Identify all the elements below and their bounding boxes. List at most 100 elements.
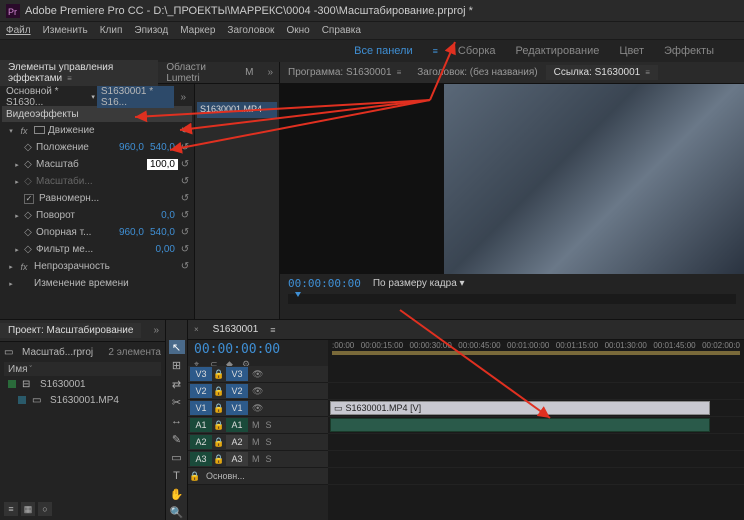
track-select-tool[interactable]: ⊞ <box>169 358 185 372</box>
rotation-value[interactable]: 0,0 <box>158 210 178 221</box>
type-tool[interactable]: T <box>169 469 185 483</box>
titler-tab[interactable]: Заголовок: (без названия) <box>409 65 545 80</box>
track-header-v3[interactable]: V3🔒V3👁 <box>188 366 328 383</box>
chevron-right-icon[interactable]: ▸ <box>12 161 22 169</box>
reset-icon[interactable]: ↺ <box>178 125 192 136</box>
chevron-down-icon[interactable]: ▾ <box>6 127 16 135</box>
project-item-clip[interactable]: ▭ S1630001.MP4 <box>4 392 161 408</box>
reset-icon[interactable]: ↺ <box>178 176 192 187</box>
motion-effect-row[interactable]: ▾ fx Движение ↺ <box>2 122 192 139</box>
panel-menu-icon[interactable]: ≡ <box>645 68 650 77</box>
ripple-edit-tool[interactable]: ⇄ <box>169 377 185 391</box>
position-y-value[interactable]: 540,0 <box>147 142 178 153</box>
project-column-header[interactable]: Имя ˇ <box>4 362 161 376</box>
chevron-right-icon[interactable]: ▸ <box>12 246 22 254</box>
lane-v1[interactable]: ▭S1630001.MP4 [V] <box>328 400 744 417</box>
ecp-mini-timeline[interactable]: S1630001.MP4 <box>194 84 279 319</box>
ecp-tab[interactable]: Элементы управления эффектами≡ <box>0 60 158 86</box>
lane-master[interactable] <box>328 468 744 485</box>
zoom-slider-icon[interactable]: ○ <box>38 502 52 516</box>
overflow-tabs-icon[interactable]: » <box>261 65 279 80</box>
lumetri-m-tab[interactable]: M <box>237 65 261 80</box>
overflow-tabs-icon[interactable]: » <box>147 323 165 338</box>
video-clip[interactable]: ▭S1630001.MP4 [V] <box>330 401 710 415</box>
work-area-bar[interactable] <box>332 351 740 355</box>
ecp-master-clip[interactable]: Основной * S1630... <box>2 86 89 108</box>
pen-tool[interactable]: ✎ <box>169 432 185 446</box>
menu-marker[interactable]: Маркер <box>180 25 215 36</box>
position-x-value[interactable]: 960,0 <box>116 142 147 153</box>
workspace-editing[interactable]: Редактирование <box>516 45 600 57</box>
chevron-right-icon[interactable]: ▸ <box>12 212 22 220</box>
audio-clip[interactable] <box>330 418 710 432</box>
timeremap-effect-row[interactable]: ▸ Изменение времени <box>2 275 192 292</box>
timeline-ruler[interactable]: :00:00 00:00:15:00 00:00:30:00 00:00:45:… <box>328 340 744 366</box>
program-scrubber[interactable] <box>288 294 736 304</box>
menu-clip[interactable]: Клип <box>100 25 123 36</box>
keyframe-toggle-icon[interactable]: ◇ <box>22 244 34 255</box>
chevron-right-icon[interactable]: ▸ <box>6 263 16 271</box>
slip-tool[interactable]: ↔ <box>169 414 185 428</box>
reset-icon[interactable]: ↺ <box>178 261 192 272</box>
project-tab[interactable]: Проект: Масштабирование <box>0 323 141 338</box>
reset-icon[interactable]: ↺ <box>178 159 192 170</box>
reference-tab[interactable]: Ссылка: S1630001≡ <box>546 65 658 80</box>
anchor-y-value[interactable]: 540,0 <box>147 227 178 238</box>
workspace-effects[interactable]: Эффекты <box>664 45 714 57</box>
opacity-effect-row[interactable]: ▸ fx Непрозрачность ↺ <box>2 258 192 275</box>
menu-sequence[interactable]: Эпизод <box>134 25 168 36</box>
panel-menu-icon[interactable]: ≡ <box>270 325 275 335</box>
scale-value[interactable]: 100,0 <box>147 159 178 170</box>
antiflicker-value[interactable]: 0,00 <box>153 244 178 255</box>
workspace-color[interactable]: Цвет <box>619 45 644 57</box>
lane-v3[interactable] <box>328 366 744 383</box>
close-seq-icon[interactable]: × <box>188 325 205 334</box>
track-header-a2[interactable]: A2🔒A2MS <box>188 434 328 451</box>
zoom-tool[interactable]: 🔍 <box>169 506 185 520</box>
ecp-clip-chip[interactable]: S1630001.MP4 <box>197 102 277 118</box>
ecp-sequence-clip[interactable]: S1630001 * S16... <box>97 86 175 108</box>
workspace-assembly[interactable]: Сборка <box>458 45 496 57</box>
fit-dropdown[interactable]: По размеру кадра ▾ <box>373 278 465 289</box>
chevron-right-icon[interactable]: ▸ <box>6 280 16 288</box>
keyframe-toggle-icon[interactable]: ◇ <box>22 227 34 238</box>
program-monitor-view[interactable] <box>444 84 744 274</box>
keyframe-toggle-icon[interactable]: ◇ <box>22 142 34 153</box>
project-item-sequence[interactable]: ⊟ S1630001 <box>4 376 161 392</box>
rectangle-tool[interactable]: ▭ <box>169 450 185 464</box>
menu-edit[interactable]: Изменить <box>43 25 88 36</box>
menu-title[interactable]: Заголовок <box>227 25 274 36</box>
reset-icon[interactable]: ↺ <box>178 244 192 255</box>
reset-icon[interactable]: ↺ <box>178 142 192 153</box>
lane-a2[interactable] <box>328 434 744 451</box>
panel-menu-icon[interactable]: ≡ <box>67 74 72 83</box>
menu-file[interactable]: Файл <box>6 25 31 36</box>
list-view-button[interactable]: ≡ <box>4 502 18 516</box>
menu-window[interactable]: Окно <box>286 25 309 36</box>
reset-icon[interactable]: ↺ <box>178 227 192 238</box>
uniform-scale-checkbox[interactable]: ✓ <box>24 194 34 204</box>
hand-tool[interactable]: ✋ <box>169 487 185 501</box>
chevron-right-icon[interactable]: ▸ <box>12 178 22 186</box>
timeline-timecode[interactable]: 00:00:00:00 <box>194 342 322 357</box>
razor-tool[interactable]: ✂ <box>169 395 185 409</box>
track-header-v1[interactable]: V1🔒V1👁 <box>188 400 328 417</box>
track-header-a3[interactable]: A3🔒A3MS <box>188 451 328 468</box>
lumetri-scopes-tab[interactable]: Области Lumetri <box>158 60 237 86</box>
keyframe-toggle-icon[interactable]: ◇ <box>22 159 34 170</box>
track-header-master[interactable]: 🔒Основн... <box>188 468 328 485</box>
workspace-menu-icon[interactable]: ≡ <box>433 46 438 56</box>
overflow-icon[interactable]: » <box>174 90 192 105</box>
program-tab[interactable]: Программа: S1630001≡ <box>280 65 409 80</box>
track-header-v2[interactable]: V2🔒V2👁 <box>188 383 328 400</box>
lane-a3[interactable] <box>328 451 744 468</box>
lane-v2[interactable] <box>328 383 744 400</box>
sequence-tab[interactable]: S1630001 <box>205 322 267 337</box>
track-header-a1[interactable]: A1🔒A1MS <box>188 417 328 434</box>
lane-a1[interactable] <box>328 417 744 434</box>
workspace-all-panels[interactable]: Все панели <box>354 45 412 57</box>
reset-icon[interactable]: ↺ <box>178 210 192 221</box>
selection-tool[interactable]: ↖ <box>169 340 185 354</box>
icon-view-button[interactable]: ▦ <box>21 502 35 516</box>
menu-help[interactable]: Справка <box>322 25 361 36</box>
